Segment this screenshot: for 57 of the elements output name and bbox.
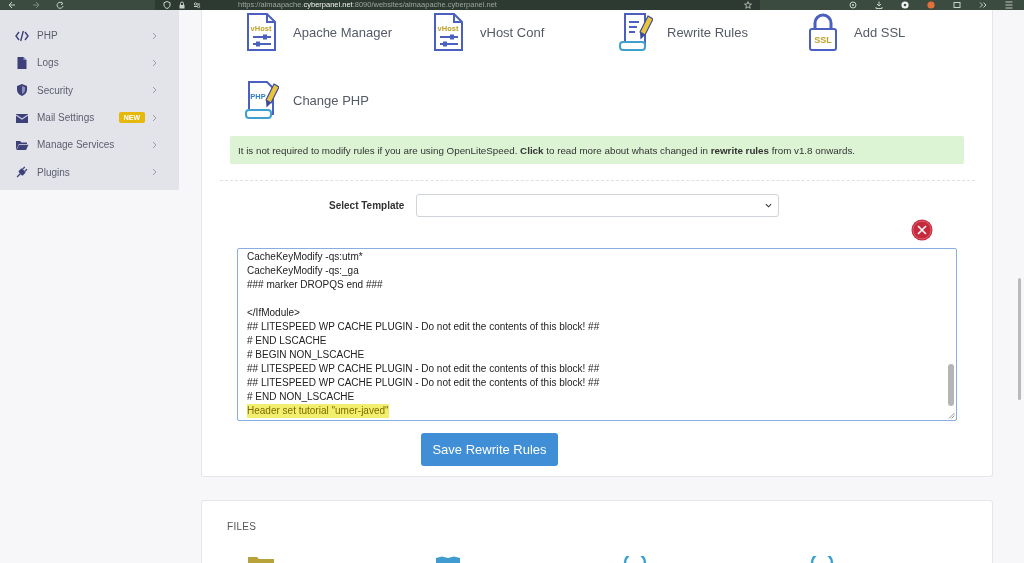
chevrons-icon[interactable] <box>979 1 987 9</box>
action-link[interactable]: Add SSL <box>854 24 906 40</box>
chevron-right-icon <box>152 58 157 67</box>
code-line: ### marker DROPQS end ### <box>247 278 383 292</box>
download-icon[interactable] <box>875 1 883 9</box>
code-line: # END NON_LSCACHE <box>247 390 355 404</box>
plug-icon <box>15 165 29 180</box>
sidebar-link[interactable]: Logs <box>37 57 59 69</box>
action-link[interactable]: Apache Manager <box>293 24 392 40</box>
account-icon[interactable] <box>901 1 909 9</box>
code-line: # BEGIN NON_LSCACHE <box>247 348 365 362</box>
box-icon[interactable] <box>434 556 462 563</box>
code-line: CacheKeyModify -qs:_ga <box>247 264 359 278</box>
extension-icon[interactable] <box>927 1 935 9</box>
action-link[interactable]: vHost Conf <box>480 24 545 40</box>
notice-text: It is not required to modify rules if you are using OpenLiteSpeed. Click to read more about whats changed in rewrite rules from v1.8 onwards. <box>238 144 855 156</box>
shield-icon[interactable] <box>163 1 171 9</box>
resize-grip-icon[interactable] <box>948 412 955 419</box>
editor-scrollbar[interactable] <box>948 364 954 406</box>
code-line: </IfModule> <box>247 306 300 320</box>
code-line: ## LITESPEED WP CACHE PLUGIN - Do not edit the contents of this block! ## <box>247 376 600 390</box>
save-rewrite-rules-button[interactable]: Save Rewrite Rules <box>421 433 558 466</box>
section-title: FILES <box>227 521 257 533</box>
page-scrollbar[interactable] <box>1018 278 1021 400</box>
chevron-right-icon <box>152 86 157 95</box>
permissions-icon[interactable] <box>193 1 201 9</box>
rules-textarea[interactable] <box>237 248 957 421</box>
sidebar-link[interactable]: PHP <box>37 30 58 42</box>
lock-icon[interactable] <box>178 1 186 9</box>
code-line: CacheKeyModify -qs:utm* <box>247 250 363 264</box>
window-icon[interactable] <box>953 1 961 9</box>
action-link[interactable]: Rewrite Rules <box>667 24 748 40</box>
bookmark-star-icon[interactable] <box>744 1 752 9</box>
close-icon[interactable] <box>911 219 933 241</box>
select-template-label: Select Template <box>329 200 405 211</box>
reload-icon[interactable] <box>56 1 64 9</box>
chevron-right-icon <box>152 113 157 122</box>
code-line: ## LITESPEED WP CACHE PLUGIN - Do not edit the contents of this block! ## <box>247 362 600 376</box>
back-icon[interactable] <box>8 1 16 9</box>
ring-icon[interactable] <box>849 1 857 9</box>
sidebar-link[interactable]: Manage Services <box>37 139 115 151</box>
sidebar-link[interactable]: Plugins <box>37 166 70 178</box>
menu-icon[interactable] <box>1005 1 1013 9</box>
file-icon <box>15 55 29 70</box>
sidebar-link[interactable]: Mail Settings <box>37 112 95 124</box>
sidebar-link[interactable]: Security <box>37 84 74 96</box>
code-icon <box>15 28 29 43</box>
chevron-right-icon <box>152 31 157 40</box>
shield-icon <box>15 83 29 98</box>
action-link[interactable]: Change PHP <box>293 92 369 108</box>
chevron-right-icon <box>152 168 157 177</box>
pencil-document-icon[interactable] <box>619 12 653 52</box>
code-line: # END LSCACHE <box>247 334 327 348</box>
code-line: ## LITESPEED WP CACHE PLUGIN - Do not edit the contents of this block! ## <box>247 320 600 334</box>
chevron-down-icon <box>765 203 773 208</box>
forward-icon[interactable] <box>32 1 40 9</box>
chevron-right-icon <box>152 140 157 149</box>
